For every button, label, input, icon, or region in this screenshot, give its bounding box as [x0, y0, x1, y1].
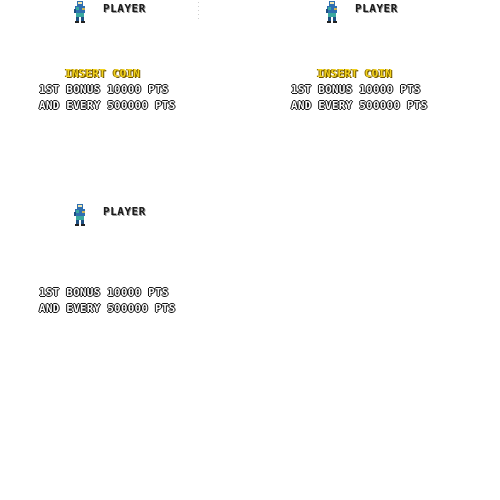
bonus-line-2: AND EVERY 500000 PTS	[39, 302, 176, 315]
player-sprite-icon	[74, 204, 85, 226]
bonus-line-1: 1ST BONUS 10000 PTS	[39, 286, 169, 299]
bonus-line-2: AND EVERY 500000 PTS	[39, 99, 176, 112]
attract-screen-1: PLAYER INSERT COIN 1ST BONUS 10000 PTS A…	[0, 0, 250, 200]
player-sprite-icon	[326, 1, 337, 23]
attract-screen-3: PLAYER 1ST BONUS 10000 PTS AND EVERY 500…	[0, 203, 250, 403]
player-label: PLAYER	[103, 205, 146, 218]
insert-coin-text: INSERT COIN	[65, 67, 141, 80]
bonus-line-1: 1ST BONUS 10000 PTS	[291, 83, 421, 96]
bonus-line-2: AND EVERY 500000 PTS	[291, 99, 428, 112]
insert-coin-text: INSERT COIN	[317, 67, 393, 80]
player-sprite-icon	[74, 1, 85, 23]
divider	[198, 2, 199, 22]
player-row: PLAYER	[322, 0, 398, 24]
player-label: PLAYER	[355, 2, 398, 15]
bonus-line-1: 1ST BONUS 10000 PTS	[39, 83, 169, 96]
player-row: PLAYER	[70, 203, 146, 227]
player-row: PLAYER	[70, 0, 146, 24]
player-label: PLAYER	[103, 2, 146, 15]
attract-screen-2: PLAYER INSERT COIN 1ST BONUS 10000 PTS A…	[252, 0, 500, 200]
